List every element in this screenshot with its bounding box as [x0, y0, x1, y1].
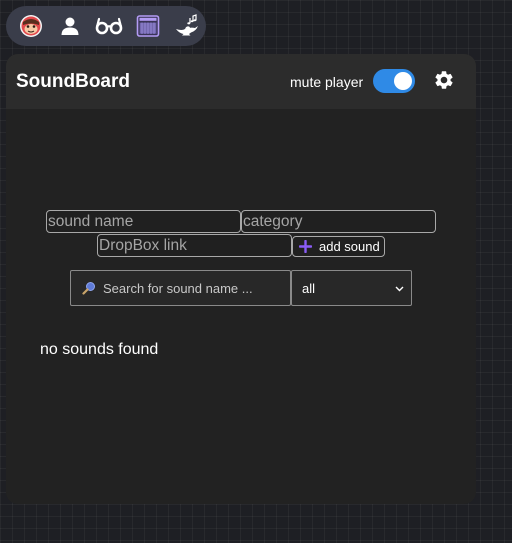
sound-search-input[interactable] — [103, 280, 283, 296]
add-sound-button[interactable]: add sound — [292, 236, 385, 257]
dropbox-link-input[interactable] — [97, 234, 292, 257]
category-filter-select[interactable]: all — [291, 270, 412, 306]
mute-player-toggle[interactable] — [373, 69, 415, 93]
sound-search-box[interactable] — [70, 270, 291, 306]
soundboard-panel: SoundBoard mute player add sound all no … — [6, 54, 476, 504]
mute-player-label: mute player — [290, 74, 364, 90]
genie-lamp-icon — [175, 14, 198, 36]
monkey-face-button[interactable] — [12, 8, 51, 44]
amplifier-icon — [136, 15, 160, 37]
toggle-knob — [394, 72, 412, 90]
monkey-face-icon — [20, 15, 43, 37]
user-icon — [61, 17, 79, 35]
plus-icon — [299, 240, 312, 253]
chevron-down-icon — [395, 286, 404, 292]
user-button[interactable] — [51, 8, 90, 44]
magnifier-icon — [82, 282, 95, 295]
add-sound-label: add sound — [319, 239, 380, 254]
category-input[interactable] — [241, 210, 436, 233]
panel-header: SoundBoard mute player — [6, 54, 476, 109]
genie-lamp-button[interactable] — [167, 8, 206, 44]
sound-name-input[interactable] — [46, 210, 241, 233]
panel-title: SoundBoard — [16, 71, 130, 92]
glasses-icon — [95, 17, 123, 35]
amplifier-button[interactable] — [128, 8, 167, 44]
no-sounds-message: no sounds found — [40, 341, 159, 358]
gear-icon[interactable] — [433, 69, 455, 91]
top-toolbar — [6, 6, 206, 46]
category-filter-value: all — [302, 280, 316, 296]
glasses-button[interactable] — [90, 8, 129, 44]
